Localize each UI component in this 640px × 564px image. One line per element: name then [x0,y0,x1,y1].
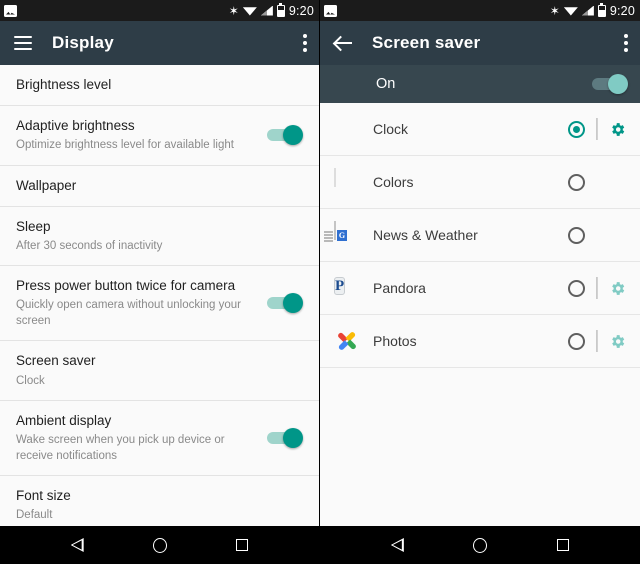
screen-saver-options-list: Clock Colors G [320,103,640,526]
screen-saver-option-news-weather[interactable]: G News & Weather [320,209,640,262]
photo-icon [324,4,337,17]
wifi-icon [564,6,578,16]
radio-button[interactable] [568,226,585,244]
setting-subtitle: After 30 seconds of inactivity [16,239,163,252]
ambient-display-toggle[interactable] [267,427,303,448]
signal-icon [261,6,273,16]
master-switch-label: On [376,76,396,92]
status-bar-left: ✶ 9:20 [0,0,319,21]
recents-nav-icon[interactable] [557,539,570,551]
status-notifications [4,4,17,17]
setting-subtitle: Default [16,509,53,522]
setting-row-sleep[interactable]: Sleep After 30 seconds of inactivity [0,206,319,267]
divider-placeholder [596,171,598,193]
setting-row-wallpaper[interactable]: Wallpaper [0,165,319,207]
more-vert-icon[interactable] [624,32,628,54]
photos-app-icon [334,328,360,354]
more-vert-icon[interactable] [303,32,307,54]
clock-app-icon [334,116,360,142]
navigation-bar-left [0,526,319,564]
bluetooth-icon: ✶ [228,3,239,18]
pandora-app-icon: P [334,277,346,295]
setting-row-font-size[interactable]: Font size Default [0,476,319,526]
screen-saver-screen: ✶ 9:20 Screen saver On Clock Colors News… [320,0,640,564]
page-title: Display [52,33,114,52]
setting-row-ambient-display[interactable]: Ambient display Wake screen when you pic… [0,400,319,477]
back-nav-icon[interactable] [391,538,404,552]
status-notifications [324,4,337,17]
screen-saver-master-switch-row[interactable]: On [320,65,640,103]
setting-row-adaptive-brightness[interactable]: Adaptive brightness Optimize brightness … [0,106,319,166]
back-nav-icon[interactable] [71,538,84,552]
hamburger-icon[interactable] [14,36,32,50]
back-arrow-icon[interactable] [334,34,354,52]
setting-title: Ambient display [16,412,112,428]
bluetooth-icon: ✶ [549,3,560,18]
screen-saver-option-clock[interactable]: Clock [320,103,640,156]
radio-button[interactable] [568,173,585,191]
vertical-divider [596,277,598,299]
vertical-divider [596,118,598,140]
gear-icon[interactable] [609,280,626,297]
vertical-divider [596,330,598,352]
battery-icon [597,2,606,17]
home-nav-icon[interactable] [152,537,167,553]
setting-subtitle: Quickly open camera without unlocking yo… [16,299,242,328]
option-label: Photos [373,333,417,349]
setting-subtitle: Wake screen when you pick up device or r… [16,434,225,463]
screen-saver-action-bar: Screen saver [320,21,640,65]
setting-title: Brightness level [16,77,112,92]
navigation-bar-right [320,526,640,564]
radio-button[interactable] [568,279,585,297]
dual-screenshot: ✶ 9:20 Display Brightness level Adaptive… [0,0,640,564]
option-label: Clock [373,121,409,137]
gear-icon[interactable] [609,121,626,138]
option-label: Colors [373,174,414,190]
display-action-bar: Display [0,21,319,65]
gear-icon[interactable] [609,333,626,350]
display-settings-screen: ✶ 9:20 Display Brightness level Adaptive… [0,0,320,564]
adaptive-brightness-toggle[interactable] [267,125,303,146]
recents-nav-icon[interactable] [236,539,249,551]
home-nav-icon[interactable] [473,537,488,553]
setting-title: Adaptive brightness [16,118,135,134]
setting-title: Sleep [16,218,51,234]
status-system-icons: ✶ 9:20 [549,2,635,18]
wifi-icon [243,6,257,16]
status-system-icons: ✶ 9:20 [228,2,314,18]
news-weather-app-icon: G [324,221,360,248]
setting-row-power-button-camera[interactable]: Press power button twice for camera Quic… [0,266,319,342]
page-title: Screen saver [372,33,481,52]
battery-icon [276,2,285,17]
setting-subtitle: Clock [16,374,45,387]
display-settings-list: Brightness level Adaptive brightness Opt… [0,65,319,526]
status-bar-right: ✶ 9:20 [320,0,640,21]
setting-title: Font size [16,488,71,504]
colors-app-icon [334,168,360,195]
status-time: 9:20 [288,3,314,18]
setting-row-brightness-level[interactable]: Brightness level [0,65,319,107]
setting-title: Screen saver [16,353,96,369]
divider-placeholder [596,224,598,246]
radio-button[interactable] [568,332,585,350]
setting-title: Press power button twice for camera [16,278,236,294]
radio-button[interactable] [568,120,585,138]
status-time: 9:20 [609,3,635,18]
screen-saver-master-toggle[interactable] [592,74,628,94]
screen-saver-option-photos[interactable]: Photos [320,315,640,368]
screen-saver-option-pandora[interactable]: P Pandora [320,262,640,315]
screen-saver-option-colors[interactable]: Colors [320,156,640,209]
setting-row-screen-saver[interactable]: Screen saver Clock [0,341,319,401]
setting-subtitle: Optimize brightness level for available … [16,139,234,152]
option-label: Pandora [373,280,426,296]
signal-icon [582,6,594,16]
setting-title: Wallpaper [16,177,77,193]
power-button-camera-toggle[interactable] [267,293,303,314]
photo-icon [4,4,17,17]
option-label: News & Weather [373,227,478,243]
